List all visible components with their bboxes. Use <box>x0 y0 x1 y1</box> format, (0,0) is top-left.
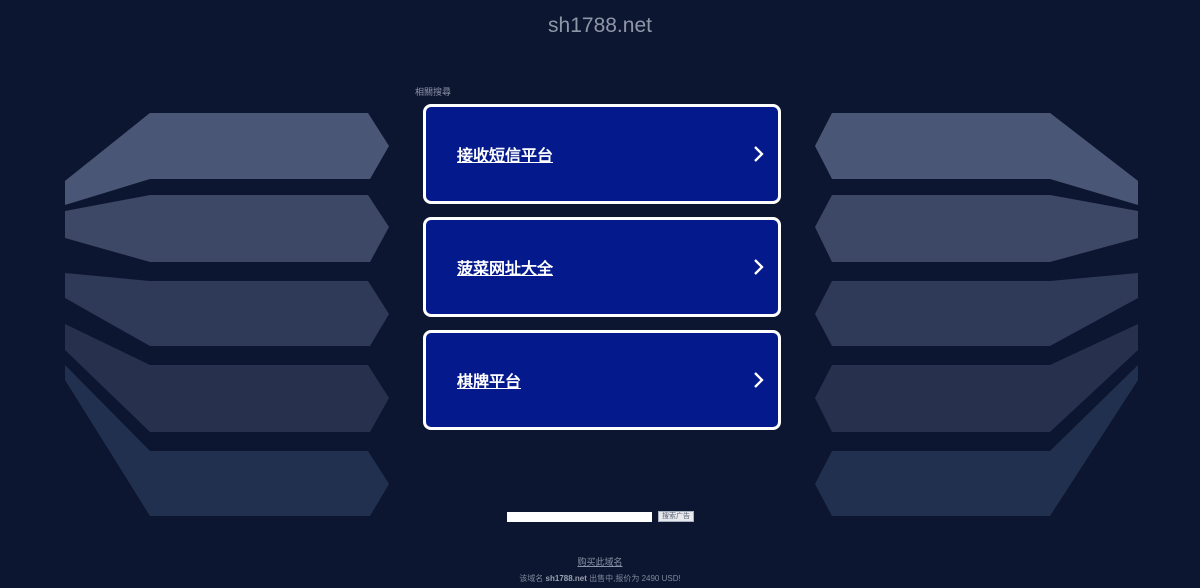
sale-prefix: 该域名 <box>519 574 544 583</box>
right-band-2 <box>815 195 1138 262</box>
left-band-1-slant <box>65 113 150 205</box>
left-band-2 <box>65 195 389 262</box>
related-link-label: 棋牌平台 <box>457 374 522 391</box>
related-searches-label: 相關搜尋 <box>415 87 452 97</box>
related-link-2[interactable]: 菠菜网址大全 <box>423 217 781 317</box>
related-link-3[interactable]: 棋牌平台 <box>423 330 781 430</box>
chevron-right-icon <box>754 146 764 162</box>
right-band-1-slant <box>1050 113 1138 205</box>
sale-info: 该域名 sh1788.net 出售中,报价为 2490 USD! <box>0 573 1200 584</box>
chevron-right-icon <box>754 372 764 388</box>
chevron-right-icon <box>754 259 764 275</box>
related-link-label: 接收短信平台 <box>457 148 554 165</box>
search-input[interactable] <box>507 511 652 522</box>
sale-suffix: 出售中,报价为 2490 USD! <box>589 574 681 583</box>
search-ads-button[interactable]: 搜索广告 <box>658 511 694 522</box>
domain-title: sh1788.net <box>548 14 652 37</box>
right-band-3 <box>815 273 1138 346</box>
related-links-list: 接收短信平台 菠菜网址大全 棋牌平台 <box>423 104 781 443</box>
related-link-1[interactable]: 接收短信平台 <box>423 104 781 204</box>
buy-domain-link[interactable]: 购买此域名 <box>0 555 1200 568</box>
search-area: 搜索广告 <box>507 511 694 522</box>
sale-domain: sh1788.net <box>545 574 587 583</box>
left-band-3 <box>65 273 389 346</box>
related-link-label: 菠菜网址大全 <box>457 261 554 278</box>
